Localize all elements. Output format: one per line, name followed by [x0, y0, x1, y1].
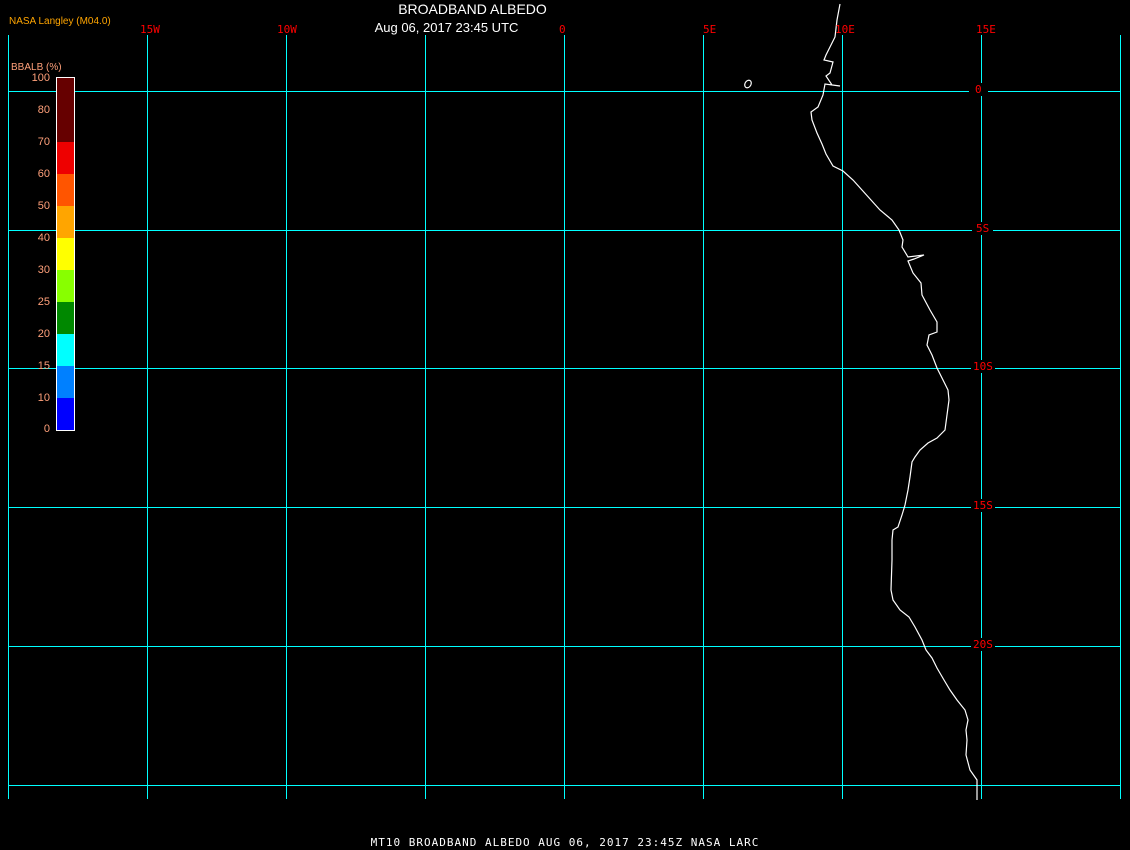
- lon-label-0: 0: [559, 23, 566, 36]
- colorbar-tick-label: 0: [43, 423, 50, 435]
- colorbar-segment: [57, 302, 74, 334]
- map-view: BROADBAND ALBEDO Aug 06, 2017 23:45 UTC …: [0, 0, 1130, 850]
- colorbar-tick-label: 20: [37, 328, 50, 340]
- colorbar-segment: [57, 238, 74, 270]
- lon-label-5e: 5E: [703, 23, 717, 36]
- colorbar-segment: [57, 142, 74, 174]
- lon-label-10e: 10E: [835, 23, 855, 36]
- colorbar-segment: [57, 174, 74, 206]
- colorbar-segment: [57, 334, 74, 366]
- colorbar-tick-label: 25: [37, 296, 50, 308]
- lon-label-10w: 10W: [277, 23, 297, 36]
- lon-label-15e: 15E: [976, 23, 996, 36]
- colorbar: [56, 77, 75, 431]
- colorbar-tick-label: 70: [37, 136, 50, 148]
- colorbar-tick-label: 80: [37, 104, 50, 116]
- colorbar-segment: [57, 110, 74, 142]
- colorbar-tick-label: 15: [37, 360, 50, 372]
- colorbar-segment: [57, 206, 74, 238]
- map-title: BROADBAND ALBEDO: [398, 1, 547, 17]
- colorbar-tick-label: 10: [37, 392, 50, 404]
- lon-label-15w: 15W: [140, 23, 160, 36]
- colorbar-segment: [57, 366, 74, 398]
- colorbar-tick-label: 50: [37, 200, 50, 212]
- lat-label-20s: 20S: [971, 638, 995, 651]
- lat-label-5s: 5S: [972, 222, 994, 235]
- colorbar-tick-label: 30: [37, 264, 50, 276]
- lat-label-15s: 15S: [971, 499, 995, 512]
- island-outline: [744, 79, 752, 89]
- colorbar-tick-label: 40: [37, 232, 50, 244]
- colorbar-tick-label: 100: [31, 72, 50, 84]
- coastline: [810, 3, 978, 800]
- colorbar-segment: [57, 398, 74, 430]
- lat-label-0: 0: [969, 83, 988, 96]
- credit-label: NASA Langley (M04.0): [9, 16, 111, 27]
- colorbar-segment: [57, 270, 74, 302]
- lat-label-10s: 10S: [971, 360, 995, 373]
- map-canvas: [8, 3, 1121, 800]
- footer-caption: MT10 BROADBAND ALBEDO AUG 06, 2017 23:45…: [370, 836, 760, 849]
- map-timestamp: Aug 06, 2017 23:45 UTC: [374, 20, 519, 35]
- colorbar-tick-label: 60: [37, 168, 50, 180]
- colorbar-segment: [57, 78, 74, 110]
